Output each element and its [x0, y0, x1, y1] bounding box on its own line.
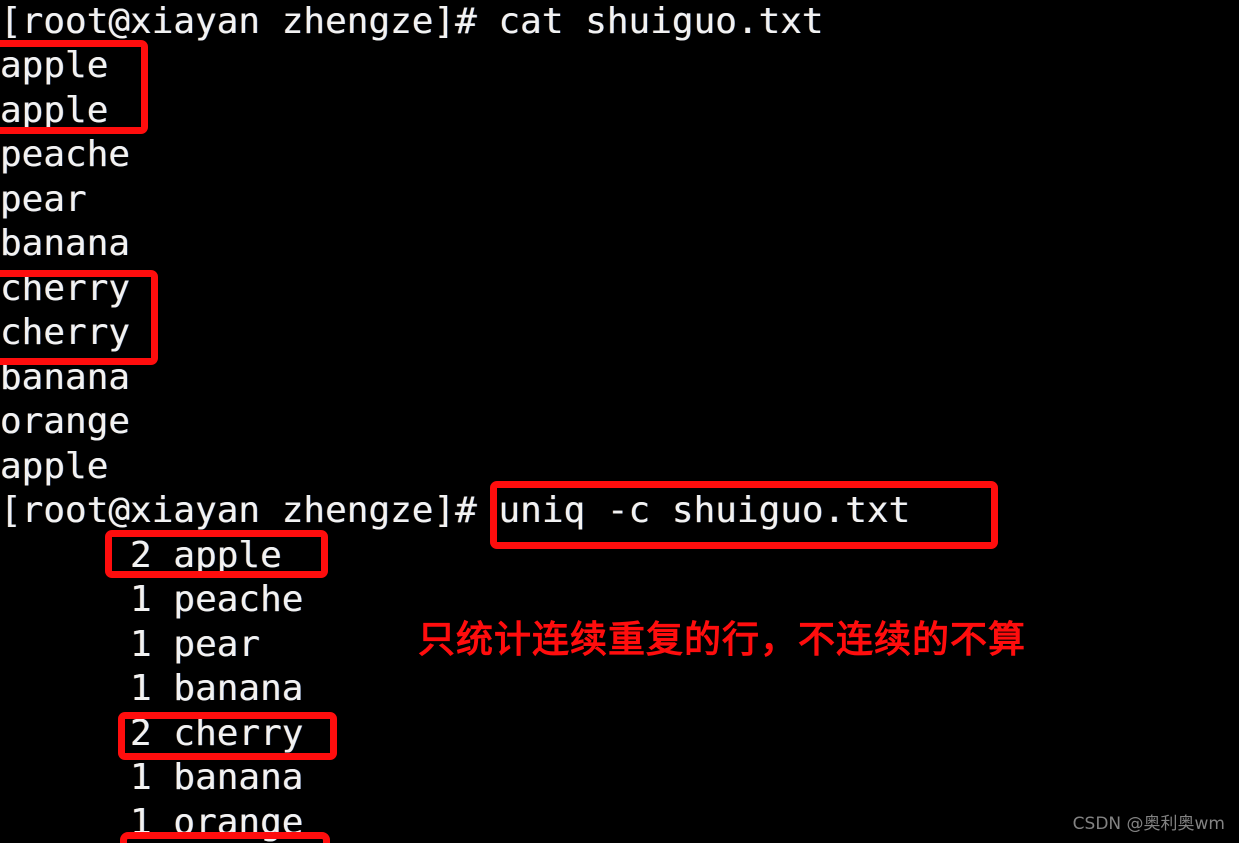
terminal-line-file-8: banana — [0, 357, 131, 398]
terminal-line-file-3: peache — [0, 134, 131, 175]
terminal-line-out-1: 2 apple — [0, 535, 282, 576]
terminal-line-out-2: 1 peache — [0, 579, 304, 620]
terminal-screen: [root@xiayan zhengze]# cat shuiguo.txt ap… — [0, 0, 1239, 843]
terminal-line-out-7: 1 orange — [0, 802, 304, 843]
terminal-line-file-5: banana — [0, 223, 131, 264]
terminal-line-cmd-cat: [root@xiayan zhengze]# cat shuiguo.txt — [0, 1, 824, 42]
terminal-line-file-6: cherry — [0, 268, 131, 309]
terminal-line-cmd-uniq: [root@xiayan zhengze]# uniq -c shuiguo.t… — [0, 490, 911, 531]
terminal-line-file-7: cherry — [0, 312, 131, 353]
terminal-line-out-6: 1 banana — [0, 757, 304, 798]
terminal-line-file-4: pear — [0, 179, 87, 220]
terminal-line-file-2: apple — [0, 90, 109, 131]
terminal-line-out-4: 1 banana — [0, 668, 304, 709]
terminal-line-out-3: 1 pear — [0, 624, 261, 665]
terminal-line-out-5: 2 cherry — [0, 713, 304, 754]
terminal-line-file-10: apple — [0, 446, 109, 487]
terminal-line-file-1: apple — [0, 45, 109, 86]
annotation-note-text: 只统计连续重复的行，不连续的不算 — [418, 618, 1026, 661]
csdn-watermark: CSDN @奥利奥wm — [1072, 814, 1225, 834]
terminal-line-file-9: orange — [0, 401, 131, 442]
